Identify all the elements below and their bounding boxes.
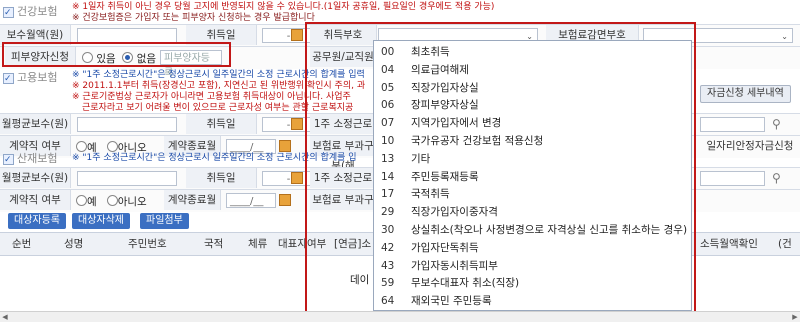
industrial-section-checkbox[interactable] (3, 152, 14, 168)
health-calendar-icon[interactable] (291, 29, 303, 41)
contract-yes-radio[interactable] (76, 141, 87, 152)
industrial-section-title: 산재보험 (3, 151, 58, 168)
highlight-box-dropdown (305, 22, 696, 315)
industrial-contract-yes-label: 예 (87, 196, 97, 208)
employment-section-title: 고용보험 (3, 70, 58, 87)
industrial-acq-date-label: 취득일 (186, 168, 257, 188)
industrial-contract-no-label: 아니오 (117, 196, 147, 208)
contract-no-radio[interactable] (106, 141, 118, 152)
industrial-extra-select[interactable] (700, 171, 765, 186)
employment-wage-input[interactable] (77, 117, 177, 132)
delete-target-button[interactable]: 대상자삭제 (72, 213, 130, 229)
industrial-section-label: 산재보험 (17, 152, 58, 165)
search-icon[interactable]: ⚲ (772, 117, 781, 131)
industrial-contract-end-label: 계약종료월 (164, 190, 221, 210)
industrial-contract-end-input[interactable]: ____/__ (226, 193, 276, 208)
industrial-contract-no-radio[interactable] (106, 195, 118, 206)
industrial-calendar-icon[interactable] (291, 172, 303, 184)
col-header-name: 성명 (64, 238, 84, 250)
industrial-wage-input[interactable] (77, 171, 177, 186)
search-icon[interactable]: ⚲ (772, 171, 781, 185)
col-header-index: 순번 (12, 238, 32, 250)
col-header-health: (건 (778, 238, 792, 250)
col-header-residence: 체류 (248, 238, 268, 250)
col-header-rrn: 주민번호 (128, 238, 167, 250)
employment-acq-date-label: 취득일 (186, 114, 257, 134)
employment-subsidy-label: 일자리안정자금신청 (700, 136, 800, 156)
industrial-contract-label: 계약직 여부 (0, 190, 71, 210)
employment-section-label: 고용보험 (17, 71, 58, 84)
col-header-nationality: 국적 (204, 238, 224, 250)
highlight-box-dependent (2, 42, 231, 67)
industrial-contract-yes-radio[interactable] (76, 195, 87, 206)
col-header-income-check: 소득월액확인 (700, 238, 758, 250)
attach-file-button[interactable]: 파일첨부 (140, 213, 189, 229)
horizontal-scrollbar[interactable]: ◀ ▶ (0, 311, 800, 322)
employment-wage-label: 월평균보수(원) (0, 114, 71, 134)
employment-extra-select[interactable] (700, 117, 765, 132)
health-section-title: 건강보험 (3, 4, 58, 21)
health-section-label: 건강보험 (17, 5, 58, 18)
chevron-down-icon: ⌄ (781, 32, 788, 41)
subsidy-detail-button[interactable]: 자금신청 세부내역 (700, 85, 791, 103)
industrial-contract-radios: 예 아니오 (76, 194, 147, 209)
health-notice-2: ※ 건강보험증은 가입자 또는 피부양자 신청하는 경우 발급합니다 (72, 13, 315, 23)
health-section-checkbox[interactable] (3, 5, 14, 21)
register-target-button[interactable]: 대상자등록 (8, 213, 66, 229)
industrial-wage-label: 월평균보수(원) (0, 168, 71, 188)
employment-section-checkbox[interactable] (3, 71, 14, 87)
health-notice-1: ※ 1일자 취득이 아닌 경우 당월 고지에 반영되지 않을 수 있습니다.(1… (72, 2, 495, 12)
employment-contract-calendar-icon[interactable] (279, 140, 291, 152)
employment-contract-end-input[interactable]: ____/__ (226, 139, 276, 154)
employment-calendar-icon[interactable] (291, 118, 303, 130)
health-wage-input[interactable] (77, 28, 177, 43)
industrial-contract-calendar-icon[interactable] (279, 194, 291, 206)
